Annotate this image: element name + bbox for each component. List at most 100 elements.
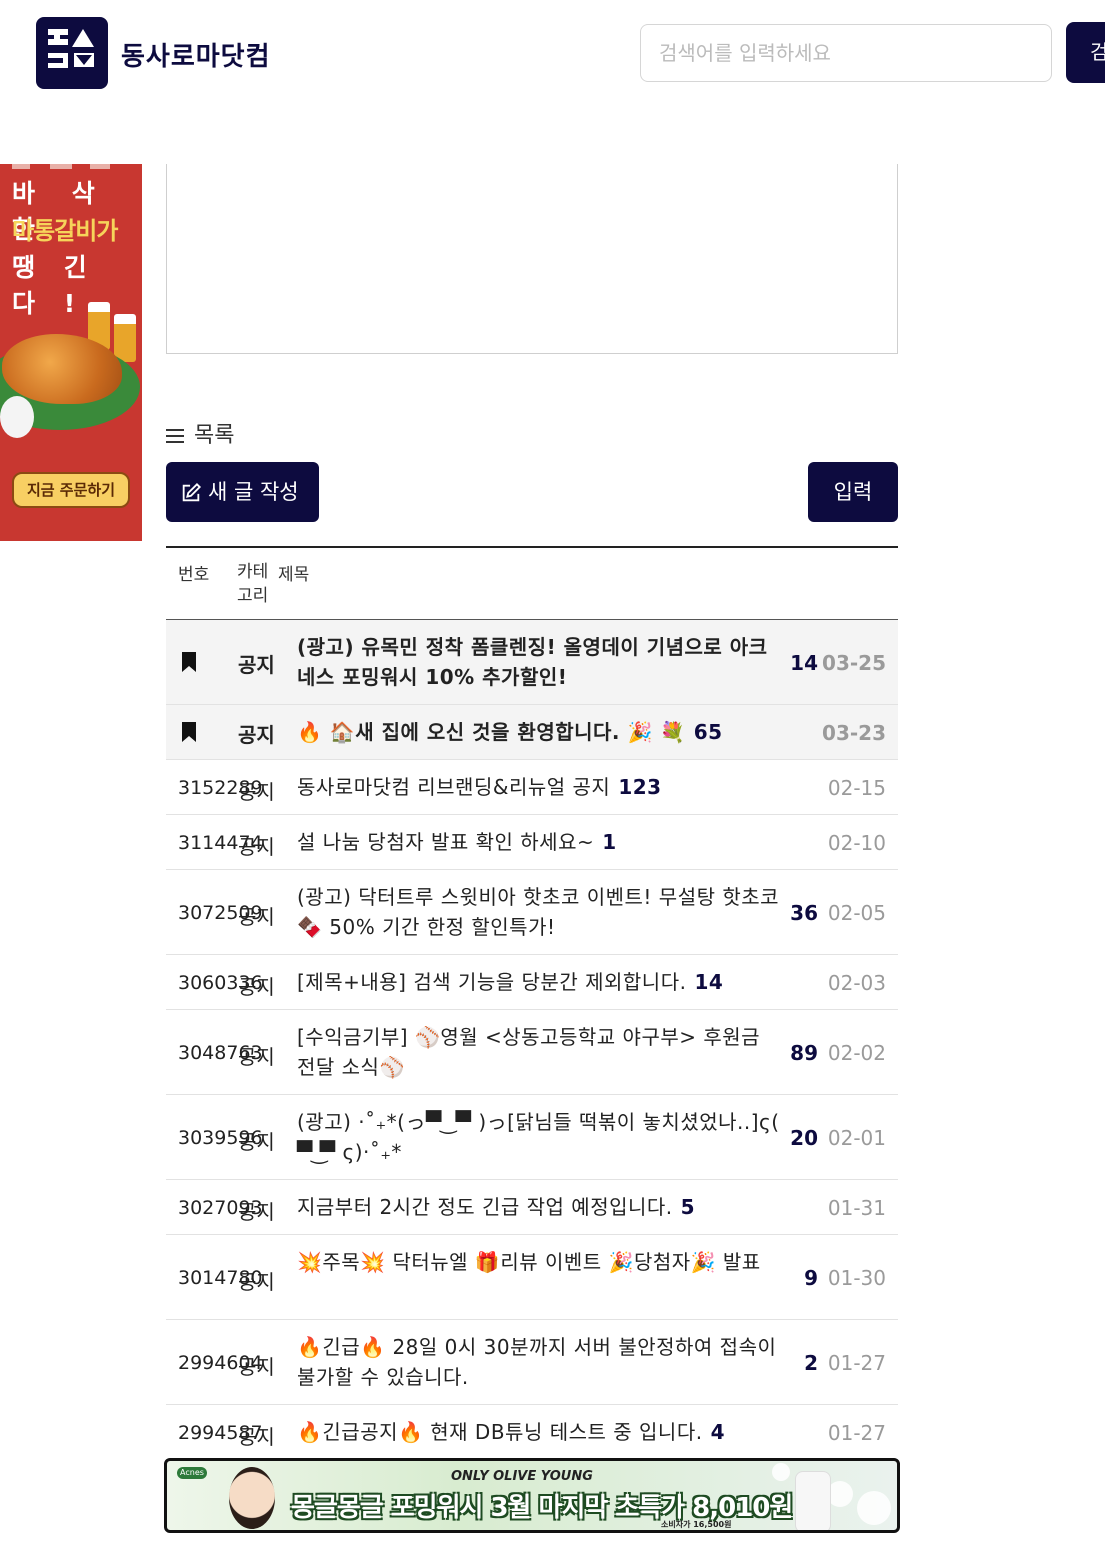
row-category: 공지 <box>238 1355 275 1379</box>
row-date: 02-15 <box>827 776 886 800</box>
side-ad-banner[interactable]: 바 삭 한 마통갈비가 땡 긴 다 ! 지금 주문하기 <box>0 164 142 541</box>
row-category: 공지 <box>238 1270 275 1294</box>
logo-icon <box>48 29 94 68</box>
table-row[interactable]: 2994604 공지 🔥긴급🔥 28일 0시 30분까지 서버 불안정하여 접속… <box>166 1320 898 1405</box>
row-date: 01-30 <box>827 1266 886 1290</box>
table-row[interactable]: 3039596 공지 (광고) ·˚₊*(っ▀ ͜ ▀ )っ[닭님들 떡볶이 놓… <box>166 1095 898 1180</box>
post-textarea[interactable] <box>166 164 898 354</box>
bookmark-icon <box>182 652 196 672</box>
table-row[interactable]: 3114474 공지 설 나눔 당첨자 발표 확인 하세요~ 1 02-10 <box>166 815 898 870</box>
row-title-wrap[interactable]: 동사로마닷컴 리브랜딩&리뉴얼 공지 123 <box>297 772 781 802</box>
row-category: 공지 <box>238 780 275 804</box>
table-row[interactable]: 3152289 공지 동사로마닷컴 리브랜딩&리뉴얼 공지 123 02-15 <box>166 760 898 815</box>
row-title[interactable]: [수익금기부] ⚾영월 <상동고등학교 야구부> 후원금 전달 소식⚾ <box>297 1022 781 1082</box>
site-logo[interactable] <box>36 17 108 89</box>
table-row[interactable]: 공지 🔥 🏠새 집에 오신 것을 환영합니다. 🎉 💐 65 03-23 <box>166 705 898 760</box>
table-row[interactable]: 3060336 공지 [제목+내용] 검색 기능을 당분간 제외합니다. 14 0… <box>166 955 898 1010</box>
row-title[interactable]: 🔥 🏠새 집에 오신 것을 환영합니다. 🎉 💐 <box>297 720 686 744</box>
row-title[interactable]: 동사로마닷컴 리브랜딩&리뉴얼 공지 <box>297 775 610 799</box>
comment-count: 1 <box>602 830 617 854</box>
row-title[interactable]: (광고) 닥터트루 스윗비아 핫초코 이벤트! 무설탕 핫초코🍫 50% 기간 … <box>297 882 781 942</box>
comment-count: 4 <box>710 1420 725 1444</box>
row-title-wrap[interactable]: 🔥긴급공지🔥 현재 DB튜닝 테스트 중 입니다. 4 <box>297 1417 781 1447</box>
row-title-wrap[interactable]: 🔥 🏠새 집에 오신 것을 환영합니다. 🎉 💐 65 <box>297 717 781 747</box>
row-title[interactable]: (광고) ·˚₊*(っ▀ ͜ ▀ )っ[닭님들 떡볶이 놓치셨었나..]ς( ▀… <box>297 1107 781 1167</box>
row-category: 공지 <box>238 1425 275 1449</box>
row-title[interactable]: 💥주목💥 닥터뉴엘 🎁리뷰 이벤트 🎉당첨자🎉 발표 <box>297 1247 781 1277</box>
model-image <box>229 1467 275 1529</box>
ad-line-2: 마통갈비가 <box>12 217 118 245</box>
row-category: 공지 <box>238 905 275 929</box>
product-image <box>795 1471 831 1530</box>
table-row[interactable]: 3014780 공지 💥주목💥 닥터뉴엘 🎁리뷰 이벤트 🎉당첨자🎉 발표 9 … <box>166 1235 898 1320</box>
ad-line-3: 땡 긴 다 ! <box>12 253 97 318</box>
comment-count: 36 <box>790 901 818 925</box>
menu-icon <box>166 425 184 447</box>
comment-count: 2 <box>804 1351 818 1375</box>
edit-icon <box>182 482 202 502</box>
ad-fine-print: 소비자가 16,500원 <box>661 1520 732 1529</box>
comment-count: 14 <box>790 651 818 675</box>
row-category: 공지 <box>238 653 275 677</box>
row-date: 03-25 <box>822 651 886 675</box>
bottom-ad-banner[interactable]: Acnes ONLY OLIVE YOUNG 몽글몽글 포밍워시 3월 마지막 … <box>164 1458 900 1533</box>
row-date: 03-23 <box>822 721 886 745</box>
row-title[interactable]: 🔥긴급🔥 28일 0시 30분까지 서버 불안정하여 접속이 불가할 수 있습니… <box>297 1332 781 1392</box>
row-title[interactable]: 설 나눔 당첨자 발표 확인 하세요~ <box>297 830 594 854</box>
table-row[interactable]: 3072509 공지 (광고) 닥터트루 스윗비아 핫초코 이벤트! 무설탕 핫… <box>166 870 898 955</box>
table-row[interactable]: 2994587 공지 🔥긴급공지🔥 현재 DB튜닝 테스트 중 입니다. 4 01… <box>166 1405 898 1460</box>
row-date: 02-10 <box>827 831 886 855</box>
row-title[interactable]: 지금부터 2시간 정도 긴급 작업 예정입니다. <box>297 1195 673 1219</box>
order-now-button[interactable]: 지금 주문하기 <box>12 472 130 508</box>
new-post-button[interactable]: 새 글 작성 <box>166 462 319 522</box>
row-title[interactable]: 🔥긴급공지🔥 현재 DB튜닝 테스트 중 입니다. <box>297 1420 703 1444</box>
table-header: 번호 카테고리 제목 <box>166 546 898 620</box>
ad-sponsor: ONLY OLIVE YOUNG <box>451 1469 593 1484</box>
table-row[interactable]: 3048763 공지 [수익금기부] ⚾영월 <상동고등학교 야구부> 후원금 … <box>166 1010 898 1095</box>
new-post-label: 새 글 작성 <box>208 480 299 504</box>
column-title: 제목 <box>278 565 310 585</box>
bubble-decoration <box>772 1463 790 1481</box>
comment-count: 20 <box>790 1126 818 1150</box>
row-date: 01-27 <box>827 1421 886 1445</box>
bookmark-icon <box>182 722 196 742</box>
row-category: 공지 <box>238 1045 275 1069</box>
list-heading-label: 목록 <box>194 423 235 448</box>
row-category: 공지 <box>238 1200 275 1224</box>
table-row[interactable]: 3027093 공지 지금부터 2시간 정도 긴급 작업 예정입니다. 5 01-… <box>166 1180 898 1235</box>
ad-stripe <box>0 164 142 169</box>
row-category: 공지 <box>238 1130 275 1154</box>
row-title-wrap[interactable]: [제목+내용] 검색 기능을 당분간 제외합니다. 14 <box>297 967 781 997</box>
search-input[interactable]: 검색어를 입력하세요 <box>640 24 1052 82</box>
search-button[interactable]: 검 <box>1066 22 1105 83</box>
site-name[interactable]: 동사로마닷컴 <box>121 36 271 73</box>
submit-button[interactable]: 입력 <box>808 462 898 522</box>
row-date: 02-01 <box>827 1126 886 1150</box>
row-date: 02-02 <box>827 1041 886 1065</box>
column-category: 카테고리 <box>237 562 269 606</box>
comment-count: 9 <box>804 1266 818 1290</box>
row-title[interactable]: (광고) 유목민 정착 폼클렌징! 올영데이 기념으로 아크네스 포밍워시 10… <box>297 632 781 692</box>
list-heading: 목록 <box>166 417 234 449</box>
comment-count: 65 <box>693 720 723 744</box>
row-date: 01-31 <box>827 1196 886 1220</box>
row-title-wrap[interactable]: 설 나눔 당첨자 발표 확인 하세요~ 1 <box>297 827 781 857</box>
baseball-image <box>0 396 34 438</box>
ad-brand: Acnes <box>177 1467 207 1479</box>
row-date: 01-27 <box>827 1351 886 1375</box>
row-date: 02-03 <box>827 971 886 995</box>
beer-image <box>114 314 136 362</box>
bubble-decoration <box>857 1491 891 1525</box>
column-number: 번호 <box>178 565 210 585</box>
row-title[interactable]: [제목+내용] 검색 기능을 당분간 제외합니다. <box>297 970 686 994</box>
comment-count: 14 <box>694 970 724 994</box>
row-date: 02-05 <box>827 901 886 925</box>
comment-count: 5 <box>680 1195 696 1219</box>
row-category: 공지 <box>238 835 275 859</box>
row-category: 공지 <box>238 723 275 747</box>
comment-count: 123 <box>618 775 662 799</box>
table-row[interactable]: 공지 (광고) 유목민 정착 폼클렌징! 올영데이 기념으로 아크네스 포밍워시… <box>166 620 898 705</box>
row-title-wrap[interactable]: 지금부터 2시간 정도 긴급 작업 예정입니다. 5 <box>297 1192 781 1222</box>
row-category: 공지 <box>238 975 275 999</box>
comment-count: 89 <box>790 1041 818 1065</box>
